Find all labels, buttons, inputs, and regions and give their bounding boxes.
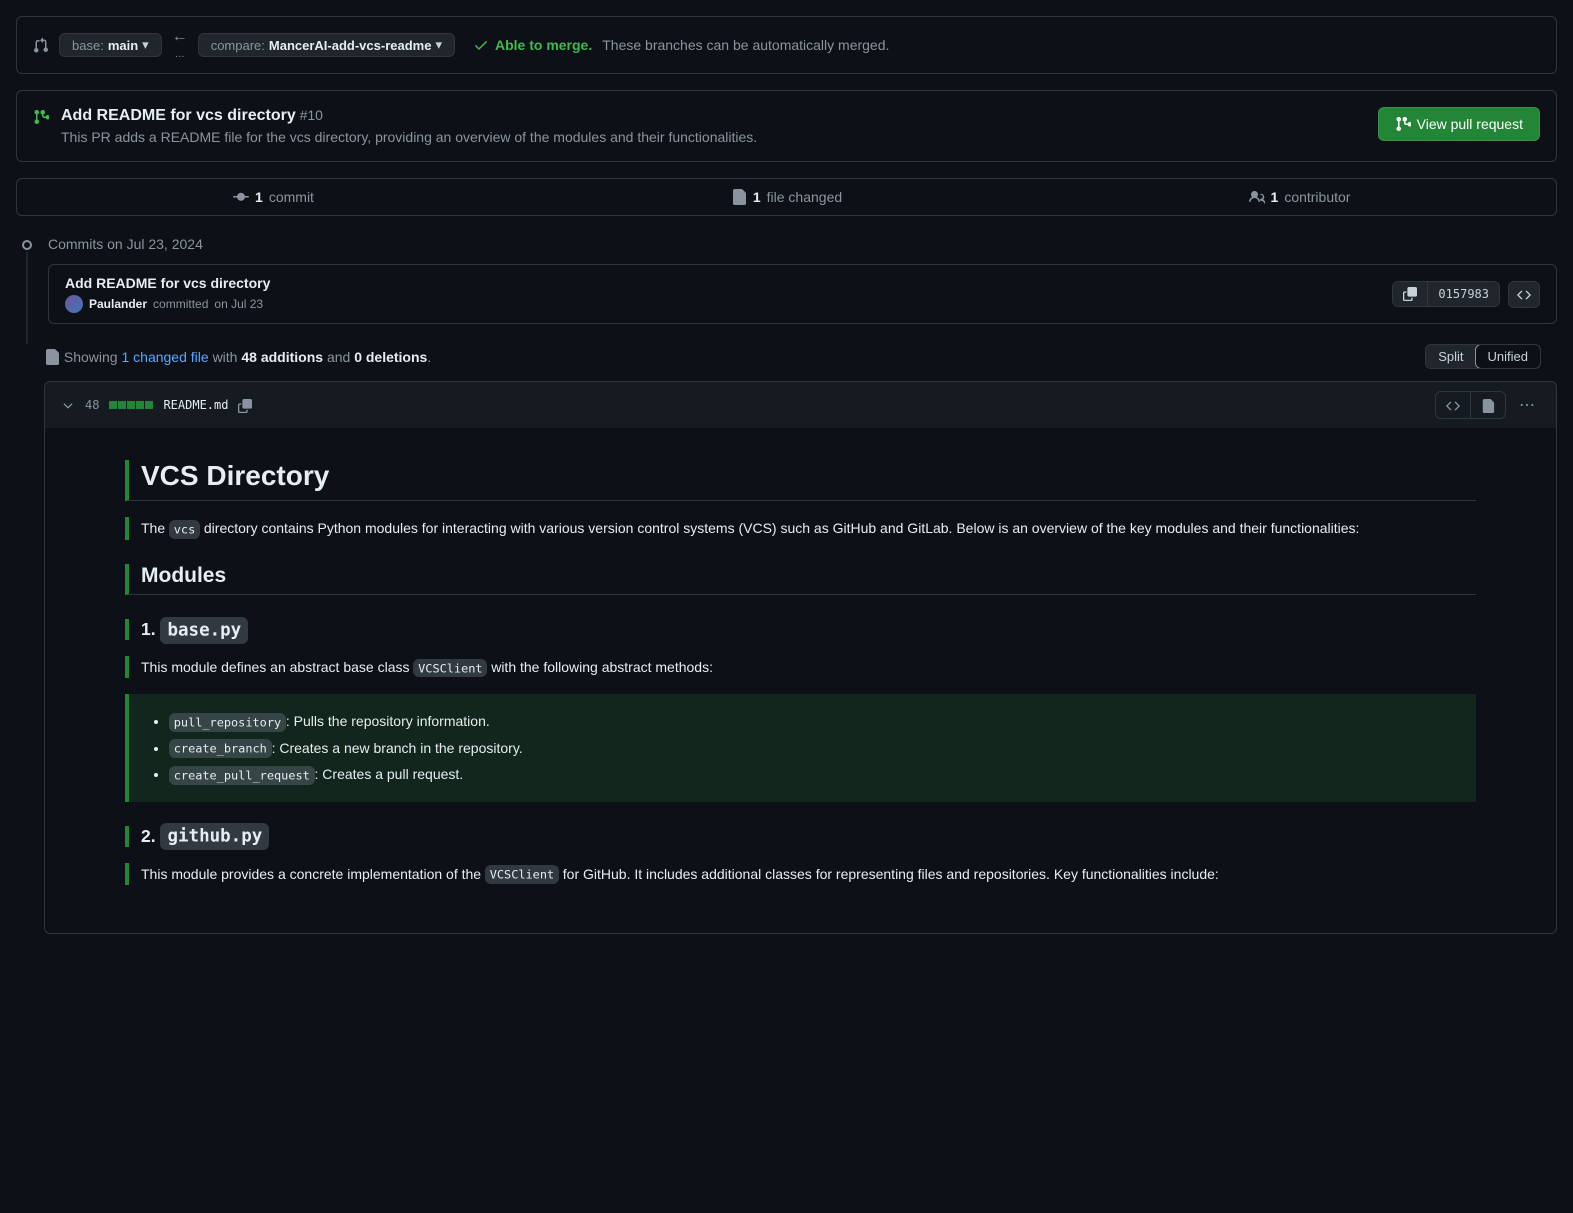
list-item: create_pull_request: Creates a pull requ… [169,763,1464,785]
commit-icon [233,189,249,205]
git-compare-icon [33,37,49,53]
compare-branch-select[interactable]: compare: MancerAI-add-vcs-readme ▾ [198,33,455,57]
file-diff-icon [731,189,747,205]
existing-pr-box: Add README for vcs directory #10 This PR… [16,90,1557,162]
avatar[interactable] [65,295,83,313]
readme-base-methods: pull_repository: Pulls the repository in… [125,694,1476,801]
source-view-button[interactable] [1436,392,1470,418]
compare-bar: base: main ▾ ←… compare: MancerAI-add-vc… [16,16,1557,74]
changed-files-link[interactable]: 1 changed file [121,349,208,365]
list-item: create_branch: Creates a new branch in t… [169,737,1464,759]
readme-intro: The vcs directory contains Python module… [125,517,1476,539]
file-name[interactable]: README.md [163,398,228,412]
file-header: 48 README.md ⋯ [45,382,1556,428]
copy-icon [1403,287,1417,301]
readme-h3-github: 2. github.py [125,826,1476,847]
chevron-down-icon[interactable] [61,397,75,413]
check-icon [473,37,489,53]
base-branch-select[interactable]: base: main ▾ [59,33,162,57]
pull-request-icon [1395,116,1411,132]
commit-sha-group: 0157983 [1392,281,1500,307]
code-icon [1517,288,1531,302]
copy-path-button[interactable] [238,397,252,413]
commit-date-header: Commits on Jul 23, 2024 [48,236,1557,252]
commit-sha[interactable]: 0157983 [1427,282,1499,306]
stat-commits[interactable]: 1 commit [17,179,530,215]
copy-icon [238,399,252,413]
diff-view-toggle: Split Unified [1425,344,1541,369]
readme-h1: VCS Directory [125,460,1476,501]
file-view-toggle [1435,391,1506,419]
file-diff-icon [44,349,60,365]
commit-row: Add README for vcs directory Paulander c… [48,264,1557,324]
stat-files[interactable]: 1 file changed [530,179,1043,215]
copy-sha-button[interactable] [1393,282,1427,306]
readme-base-desc: This module defines an abstract base cla… [125,656,1476,678]
commits-timeline: Commits on Jul 23, 2024 Add README for v… [16,236,1557,324]
diff-summary: Showing 1 changed file with 48 additions… [16,344,1557,381]
pull-request-icon [33,109,49,125]
list-item: pull_repository: Pulls the repository in… [169,710,1464,732]
rendered-view-button[interactable] [1470,392,1505,418]
file-menu-button[interactable]: ⋯ [1514,390,1540,420]
merge-text: These branches can be automatically merg… [602,37,889,53]
split-view-button[interactable]: Split [1426,345,1475,368]
file-line-count: 48 [85,398,99,412]
unified-view-button[interactable]: Unified [1475,344,1541,369]
readme-h3-base: 1. base.py [125,619,1476,640]
readme-rendered: VCS Directory The vcs directory contains… [45,428,1556,933]
file-diff-box: 48 README.md ⋯ VCS Directory The [44,381,1557,934]
caret-down-icon: ▾ [142,37,149,53]
file-icon [1481,399,1495,413]
commit-title[interactable]: Add README for vcs directory [65,275,270,291]
arrow-left-icon: ←… [172,29,188,61]
code-icon [1446,399,1460,413]
timeline-dot-icon [22,240,32,250]
readme-github-desc: This module provides a concrete implemen… [125,863,1476,885]
commit-author[interactable]: Paulander [89,297,147,311]
pr-title[interactable]: Add README for vcs directory [61,107,296,124]
merge-status: Able to merge. [473,37,592,53]
pr-number: #10 [300,107,323,123]
browse-code-button[interactable] [1508,281,1540,308]
caret-down-icon: ▾ [435,37,442,53]
readme-h2-modules: Modules [125,564,1476,595]
view-pull-request-button[interactable]: View pull request [1378,107,1540,141]
diff-stat-blocks [109,401,153,409]
pr-description: This PR adds a README file for the vcs d… [61,129,757,145]
stats-bar: 1 commit 1 file changed 1 contributor [16,178,1557,216]
stat-contributors[interactable]: 1 contributor [1043,179,1556,215]
people-icon [1249,189,1265,205]
